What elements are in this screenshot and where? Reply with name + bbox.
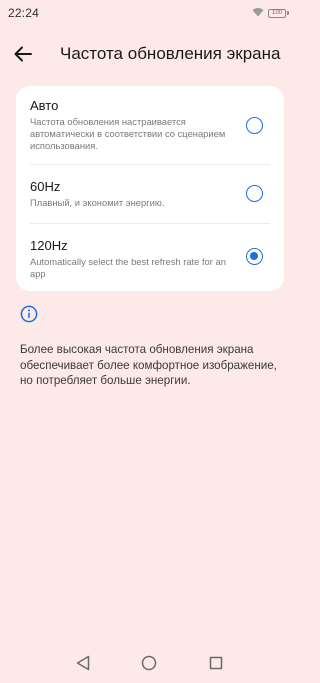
nav-recents-button[interactable]: [204, 651, 228, 675]
info-icon: [20, 305, 38, 323]
option-120hz-description: Automatically select the best refresh ra…: [30, 256, 226, 279]
triangle-back-icon: [76, 655, 90, 671]
info-text: Более высокая частота обновления экрана …: [20, 343, 277, 387]
refresh-rate-card: Авто Частота обновления настраивается ав…: [16, 86, 284, 291]
option-120hz[interactable]: 120Hz Automatically select the best refr…: [16, 224, 284, 291]
square-recents-icon: [209, 656, 223, 670]
option-120hz-title: 120Hz: [30, 238, 68, 253]
option-60hz-description: Плавный, и экономит энергию.: [30, 197, 165, 208]
status-bar: 22:24 100: [0, 0, 299, 26]
circle-home-icon: [142, 655, 157, 671]
option-auto-radio[interactable]: [246, 117, 263, 134]
top-bar: Частота обновления экрана: [0, 36, 299, 72]
option-120hz-radio[interactable]: [246, 248, 263, 265]
option-60hz[interactable]: 60Hz Плавный, и экономит энергию.: [16, 165, 284, 223]
navigation-bar: [0, 643, 299, 683]
page-title: Частота обновления экрана: [60, 44, 281, 63]
battery-icon: 100: [268, 8, 289, 18]
nav-home-button[interactable]: [137, 651, 161, 675]
battery-level: 100: [268, 8, 286, 18]
status-icons: 100: [252, 4, 289, 22]
nav-back-button[interactable]: [71, 651, 95, 675]
wifi-icon: [252, 4, 264, 22]
option-auto-title: Авто: [30, 98, 59, 113]
option-60hz-radio[interactable]: [246, 185, 263, 202]
back-button[interactable]: [3, 36, 43, 72]
option-auto[interactable]: Авто Частота обновления настраивается ав…: [16, 86, 284, 164]
status-time: 22:24: [8, 6, 40, 20]
option-auto-description: Частота обновления настраивается автомат…: [30, 116, 226, 151]
arrow-left-icon: [14, 46, 32, 62]
option-60hz-title: 60Hz: [30, 179, 61, 194]
